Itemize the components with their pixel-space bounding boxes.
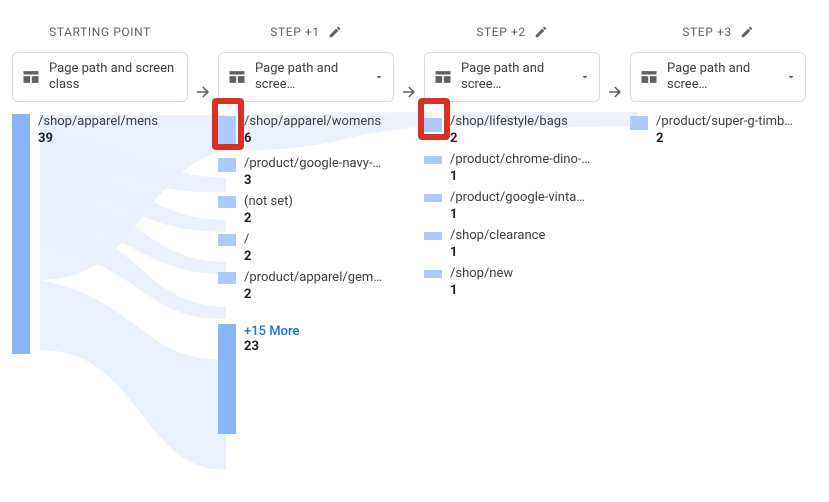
node-count: 1 <box>450 283 600 298</box>
more-count: 23 <box>244 339 299 354</box>
node-path: (not set) <box>244 194 394 209</box>
header-step2: STEP +2 <box>424 18 600 46</box>
node-row[interactable]: /2 <box>218 232 394 264</box>
node-count: 1 <box>450 169 600 184</box>
node-path: /shop/clearance <box>450 228 600 243</box>
dimension-label: Page path and scree… <box>461 61 571 92</box>
node-count: 2 <box>450 131 600 146</box>
dimension-label: Page path and scree… <box>667 61 777 92</box>
header-step1: STEP +1 <box>218 18 394 46</box>
column-starting: STARTING POINT Page path and screen clas… <box>12 18 188 434</box>
node-path: /product/google-vinta… <box>450 190 600 205</box>
table-icon <box>433 67 453 87</box>
header-step2-label: STEP +2 <box>476 25 525 39</box>
dimension-label: Page path and scree… <box>255 61 365 92</box>
node-bar <box>218 196 236 208</box>
dimension-selector-step1[interactable]: Page path and scree… <box>218 52 394 102</box>
pencil-icon[interactable] <box>328 25 342 39</box>
node-row[interactable]: /shop/apparel/mens 39 <box>12 114 188 354</box>
node-count: 39 <box>38 131 188 146</box>
node-path: /shop/new <box>450 266 600 281</box>
node-row[interactable]: /shop/lifestyle/bags 2 <box>424 114 600 146</box>
arrow-icon <box>600 62 630 122</box>
node-bar <box>218 272 236 284</box>
node-count: 2 <box>244 249 394 264</box>
node-bar <box>218 158 236 172</box>
arrow-icon <box>188 62 218 122</box>
chevron-down-icon <box>785 71 797 83</box>
column-step2: STEP +2 Page path and scree… /shop/lifes… <box>424 18 600 434</box>
node-bar <box>12 114 30 354</box>
node-bar <box>218 116 236 150</box>
chevron-down-icon <box>373 71 385 83</box>
node-row[interactable]: /product/apparel/gem… 2 <box>218 270 394 302</box>
header-step1-label: STEP +1 <box>270 25 319 39</box>
column-step1: STEP +1 Page path and scree… /shop/appar… <box>218 18 394 434</box>
node-row[interactable]: /product/google-navy-… 3 <box>218 156 394 188</box>
node-count: 2 <box>244 211 394 226</box>
header-starting-label: STARTING POINT <box>49 25 151 39</box>
node-path: /product/chrome-dino-… <box>450 152 600 167</box>
node-path: /shop/lifestyle/bags <box>450 114 600 129</box>
node-path: /shop/apparel/womens <box>244 114 394 129</box>
table-icon <box>639 67 659 87</box>
dimension-selector-starting[interactable]: Page path and screen class <box>12 52 188 102</box>
node-row[interactable]: /product/chrome-dino-… 1 <box>424 152 600 184</box>
column-step3: STEP +3 Page path and scree… /product/su… <box>630 18 806 434</box>
node-count: 3 <box>244 173 394 188</box>
node-bar <box>424 232 442 240</box>
node-bar <box>218 234 236 246</box>
more-row[interactable]: +15 More 23 <box>218 324 394 434</box>
table-icon <box>21 67 41 87</box>
pencil-icon[interactable] <box>740 25 754 39</box>
node-row[interactable]: /shop/apparel/womens 6 <box>218 114 394 150</box>
node-row[interactable]: /shop/new 1 <box>424 266 600 298</box>
table-icon <box>227 67 247 87</box>
node-bar <box>424 270 442 278</box>
node-count: 1 <box>450 245 600 260</box>
pencil-icon[interactable] <box>534 25 548 39</box>
node-count: 6 <box>244 131 394 146</box>
header-starting: STARTING POINT <box>12 18 188 46</box>
node-count: 2 <box>656 131 806 146</box>
node-bar <box>424 194 442 202</box>
dimension-label: Page path and screen class <box>49 61 179 92</box>
node-row[interactable]: /product/google-vinta… 1 <box>424 190 600 222</box>
node-path: /product/super-g-timb… <box>656 114 806 129</box>
dimension-selector-step2[interactable]: Page path and scree… <box>424 52 600 102</box>
node-bar <box>424 118 442 132</box>
node-bar <box>424 156 442 164</box>
node-path: / <box>244 232 394 247</box>
node-bar <box>630 116 648 130</box>
dimension-selector-step3[interactable]: Page path and scree… <box>630 52 806 102</box>
node-path: /shop/apparel/mens <box>38 114 188 129</box>
node-path: /product/google-navy-… <box>244 156 394 171</box>
node-path: /product/apparel/gem… <box>244 270 394 285</box>
node-count: 2 <box>244 287 394 302</box>
arrow-icon <box>394 62 424 122</box>
header-step3-label: STEP +3 <box>682 25 731 39</box>
node-row[interactable]: (not set) 2 <box>218 194 394 226</box>
more-bar <box>218 324 236 434</box>
chevron-down-icon <box>579 71 591 83</box>
more-label: +15 More <box>244 324 299 339</box>
node-row[interactable]: /product/super-g-timb… 2 <box>630 114 806 146</box>
node-row[interactable]: /shop/clearance 1 <box>424 228 600 260</box>
node-count: 1 <box>450 207 600 222</box>
header-step3: STEP +3 <box>630 18 806 46</box>
